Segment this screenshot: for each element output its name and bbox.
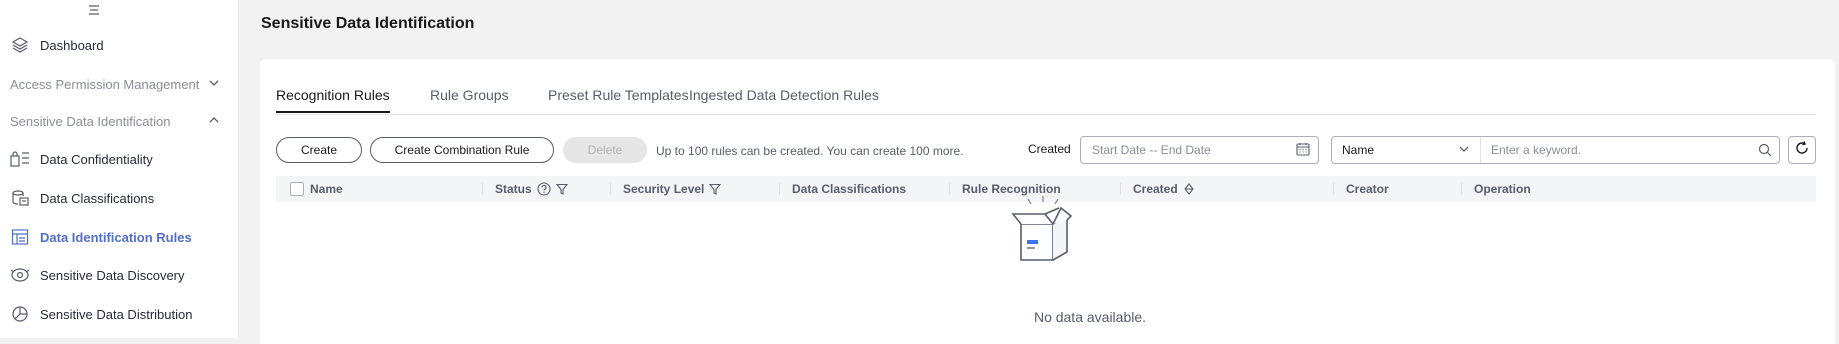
empty-box-icon xyxy=(1003,196,1083,269)
active-tab-indicator xyxy=(276,111,390,113)
column-divider xyxy=(610,183,611,195)
create-button[interactable]: Create xyxy=(276,137,362,163)
chevron-down-icon xyxy=(1458,143,1470,158)
sidebar-item-label: Data Identification Rules xyxy=(40,229,192,245)
sidebar-item-data-confidentiality[interactable]: Data Confidentiality xyxy=(10,144,230,174)
sidebar-item-label: Sensitive Data Discovery xyxy=(40,267,185,283)
content-card: Recognition Rules Rule Groups Preset Rul… xyxy=(260,59,1835,344)
rules-icon xyxy=(10,227,30,247)
empty-state-text: No data available. xyxy=(1033,309,1147,325)
refresh-button[interactable] xyxy=(1788,136,1816,164)
column-label: Operation xyxy=(1474,182,1531,196)
sidebar-item-label: Data Classifications xyxy=(40,190,155,206)
database-icon xyxy=(10,188,30,208)
column-header-name[interactable]: Name xyxy=(310,176,343,202)
tab-bar: Recognition Rules Rule Groups Preset Rul… xyxy=(276,59,1816,115)
sidebar: Dashboard Access Permission Management S… xyxy=(0,0,239,338)
page-title: Sensitive Data Identification xyxy=(261,15,475,32)
sidebar-group-label: Sensitive Data Identification xyxy=(10,113,171,129)
layers-icon xyxy=(10,35,30,55)
sidebar-item-data-identification-rules[interactable]: Data Identification Rules xyxy=(10,222,230,252)
chevron-up-icon xyxy=(208,114,220,129)
column-label: Security Level xyxy=(623,182,705,196)
sidebar-item-data-classifications[interactable]: Data Classifications xyxy=(10,183,230,213)
column-divider xyxy=(949,183,950,195)
calendar-icon xyxy=(1296,142,1310,159)
filter-icon[interactable] xyxy=(709,183,722,195)
select-all-checkbox[interactable] xyxy=(290,182,304,196)
pie-chart-icon xyxy=(10,304,30,324)
discovery-icon xyxy=(10,265,30,285)
column-divider xyxy=(779,183,780,195)
date-range-picker[interactable]: Start Date -- End Date xyxy=(1080,136,1319,164)
created-filter-label: Created xyxy=(1028,142,1071,156)
sort-icon[interactable] xyxy=(1183,183,1195,195)
column-divider xyxy=(1461,183,1462,195)
sidebar-item-label: Sensitive Data Distribution xyxy=(40,306,193,322)
sidebar-item-label: Dashboard xyxy=(40,37,104,53)
column-header-data-classifications[interactable]: Data Classifications xyxy=(779,176,907,202)
search-input[interactable] xyxy=(1481,137,1751,163)
column-header-creator[interactable]: Creator xyxy=(1333,176,1389,202)
filter-icon[interactable] xyxy=(555,183,568,195)
tab-rule-groups[interactable]: Rule Groups xyxy=(430,87,509,103)
refresh-icon xyxy=(1794,140,1810,161)
date-range-placeholder: Start Date -- End Date xyxy=(1092,143,1211,157)
column-header-operation: Operation xyxy=(1461,176,1531,202)
column-label: Creator xyxy=(1346,182,1389,196)
sidebar-group-sensitive-data[interactable]: Sensitive Data Identification xyxy=(10,109,220,133)
help-icon[interactable] xyxy=(537,182,551,196)
column-divider xyxy=(482,183,483,195)
search-field-value: Name xyxy=(1342,143,1375,157)
search-icon[interactable] xyxy=(1751,143,1779,157)
tab-recognition-rules[interactable]: Recognition Rules xyxy=(276,87,390,103)
column-divider xyxy=(1120,183,1121,195)
create-combination-rule-button[interactable]: Create Combination Rule xyxy=(370,137,554,163)
column-header-created[interactable]: Created xyxy=(1120,176,1195,202)
column-label: Created xyxy=(1133,182,1178,196)
column-label: Status xyxy=(495,182,532,196)
tab-preset-rule-templates[interactable]: Preset Rule Templates xyxy=(548,87,689,103)
sidebar-group-access-permission[interactable]: Access Permission Management xyxy=(10,72,220,96)
column-header-security-level[interactable]: Security Level xyxy=(610,176,722,202)
delete-button[interactable]: Delete xyxy=(563,137,647,163)
quota-hint: Up to 100 rules can be created. You can … xyxy=(656,144,964,158)
column-label: Data Classifications xyxy=(792,182,907,196)
column-label: Name xyxy=(310,182,343,196)
column-divider xyxy=(1333,183,1334,195)
chevron-down-icon xyxy=(208,77,220,92)
search-box: Name xyxy=(1331,136,1780,164)
tab-ingested-data-detection-rules[interactable]: Ingested Data Detection Rules xyxy=(689,87,879,103)
sidebar-item-sensitive-data-discovery[interactable]: Sensitive Data Discovery xyxy=(10,260,230,290)
column-header-status[interactable]: Status xyxy=(482,176,568,202)
search-field-select[interactable]: Name xyxy=(1332,137,1481,163)
confidentiality-icon xyxy=(10,149,30,169)
sidebar-item-sensitive-data-distribution[interactable]: Sensitive Data Distribution xyxy=(10,299,230,329)
sidebar-item-label: Data Confidentiality xyxy=(40,151,153,167)
column-label: Rule Recognition xyxy=(962,182,1061,196)
hamburger-icon[interactable] xyxy=(86,3,102,17)
sidebar-group-label: Access Permission Management xyxy=(10,76,200,92)
sidebar-item-dashboard[interactable]: Dashboard xyxy=(10,30,230,60)
